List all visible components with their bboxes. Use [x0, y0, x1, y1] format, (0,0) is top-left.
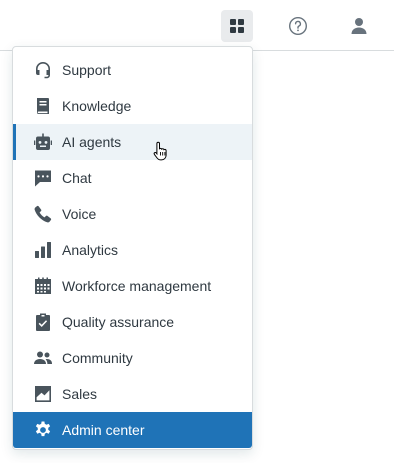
menu-item-voice[interactable]: Voice — [13, 196, 252, 232]
help-button[interactable] — [282, 10, 314, 42]
menu-item-community[interactable]: Community — [13, 340, 252, 376]
grid-icon — [230, 19, 244, 33]
menu-item-knowledge[interactable]: Knowledge — [13, 88, 252, 124]
menu-item-chat[interactable]: Chat — [13, 160, 252, 196]
headset-icon — [33, 60, 53, 80]
top-bar — [0, 0, 394, 51]
menu-item-ai-agents[interactable]: AI agents — [13, 124, 252, 160]
clipboard-check-icon — [33, 312, 53, 332]
book-icon — [33, 96, 53, 116]
menu-item-label: Analytics — [62, 242, 119, 258]
people-icon — [33, 348, 53, 368]
bar-chart-icon — [33, 240, 53, 260]
gear-icon — [33, 420, 53, 440]
phone-icon — [33, 204, 53, 224]
trend-chart-icon — [33, 384, 53, 404]
user-icon — [351, 18, 367, 34]
menu-item-label: Quality assurance — [62, 314, 175, 330]
calendar-icon — [33, 276, 53, 296]
menu-item-label: Chat — [62, 170, 92, 186]
menu-item-analytics[interactable]: Analytics — [13, 232, 252, 268]
menu-item-sales[interactable]: Sales — [13, 376, 252, 412]
help-icon — [288, 16, 308, 36]
product-switcher-menu: Support Knowledge AI agents Chat Voice A… — [12, 46, 253, 450]
menu-item-label: Voice — [62, 206, 97, 222]
menu-item-label: Knowledge — [62, 98, 132, 114]
menu-item-support[interactable]: Support — [13, 52, 252, 88]
menu-item-label: AI agents — [62, 134, 122, 150]
menu-item-quality-assurance[interactable]: Quality assurance — [13, 304, 252, 340]
menu-item-label: Community — [62, 350, 133, 366]
chat-icon — [33, 168, 53, 188]
menu-item-label: Sales — [62, 386, 98, 402]
apps-menu-button[interactable] — [221, 10, 253, 42]
menu-item-workforce-management[interactable]: Workforce management — [13, 268, 252, 304]
robot-icon — [33, 132, 53, 152]
menu-item-label: Support — [62, 62, 112, 78]
menu-item-label: Admin center — [62, 422, 145, 438]
menu-item-admin-center[interactable]: Admin center — [13, 412, 252, 448]
profile-button[interactable] — [343, 10, 375, 42]
menu-item-label: Workforce management — [62, 278, 212, 294]
